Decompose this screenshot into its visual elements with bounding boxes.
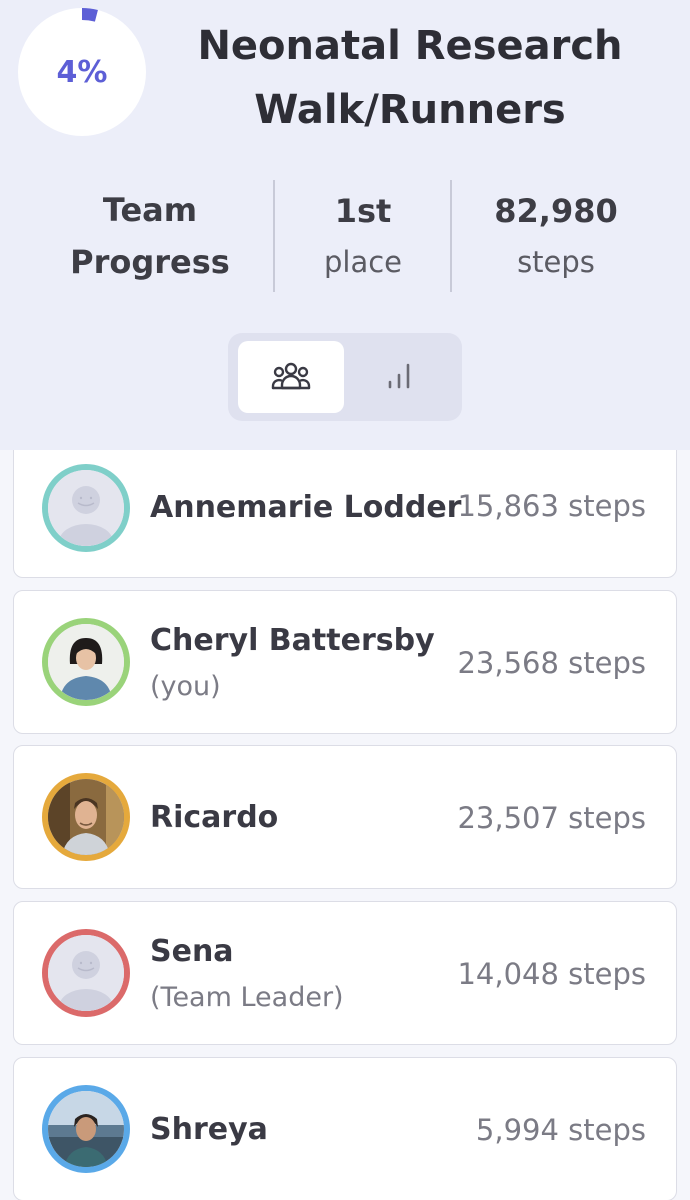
- team-progress-stat: Team Progress: [30, 180, 270, 292]
- member-card[interactable]: Shreya 5,994 steps: [13, 1057, 677, 1200]
- bar-chart-icon: [385, 361, 413, 394]
- team-progress-ring: 4%: [18, 8, 146, 136]
- member-name: Ricardo: [150, 800, 279, 835]
- member-steps: 15,863 steps: [457, 489, 646, 523]
- group-icon: [270, 360, 312, 395]
- team-progress-line2: Progress: [70, 243, 230, 281]
- member-card[interactable]: Ricardo 23,507 steps: [13, 745, 677, 889]
- member-name: Shreya: [150, 1112, 268, 1147]
- team-name: Neonatal Research Walk/Runners: [160, 14, 660, 142]
- member-steps: 23,568 steps: [457, 646, 646, 680]
- team-header: 4% Neonatal Research Walk/Runners Team P…: [0, 0, 690, 450]
- avatar: [42, 618, 130, 706]
- member-steps: 5,994 steps: [475, 1113, 646, 1147]
- member-card[interactable]: Cheryl Battersby (you) 23,568 steps: [13, 590, 677, 734]
- member-subtitle: (Team Leader): [150, 982, 344, 1013]
- avatar: [42, 929, 130, 1017]
- team-steps-stat: 82,980 steps: [453, 180, 659, 292]
- avatar: [42, 464, 130, 552]
- team-progress-line1: Team: [102, 191, 198, 229]
- team-progress-percent: 4%: [56, 54, 108, 90]
- member-name: Sena: [150, 934, 234, 969]
- avatar: [42, 1085, 130, 1173]
- team-steps-label: steps: [517, 245, 595, 279]
- team-name-line2: Walk/Runners: [254, 87, 566, 133]
- team-name-line1: Neonatal Research: [197, 23, 623, 69]
- team-place-stat: 1st place: [276, 180, 450, 292]
- team-place-value: 1st: [334, 192, 392, 230]
- stats-view-button[interactable]: [346, 341, 452, 413]
- member-name: Annemarie Lodder: [150, 490, 462, 525]
- member-card[interactable]: Annemarie Lodder 15,863 steps: [13, 450, 677, 578]
- member-name: Cheryl Battersby: [150, 623, 435, 658]
- avatar: [42, 773, 130, 861]
- team-stats: Team Progress 1st place 82,980 steps: [0, 180, 690, 292]
- member-steps: 23,507 steps: [457, 801, 646, 835]
- member-list: Annemarie Lodder 15,863 steps Cheryl Bat…: [0, 450, 690, 1200]
- view-toggle: [228, 333, 462, 421]
- member-card[interactable]: Sena (Team Leader) 14,048 steps: [13, 901, 677, 1045]
- team-place-label: place: [323, 245, 403, 279]
- member-steps: 14,048 steps: [457, 957, 646, 991]
- members-view-button[interactable]: [238, 341, 344, 413]
- stat-divider: [273, 180, 275, 292]
- stat-divider: [450, 180, 452, 292]
- team-steps-value: 82,980: [494, 192, 618, 230]
- member-subtitle: (you): [150, 671, 221, 702]
